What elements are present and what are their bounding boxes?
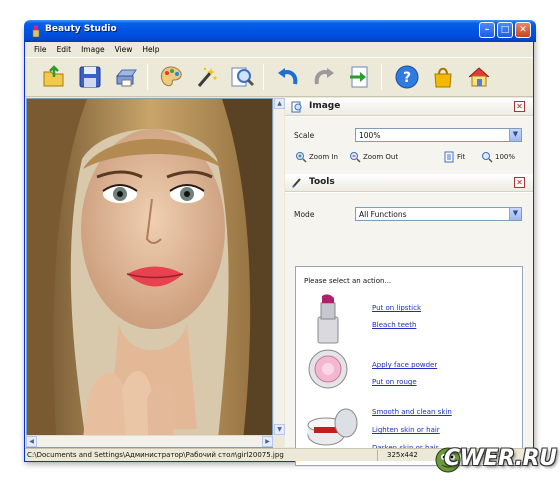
action-smooth-and-clean-skin[interactable]: Smooth and clean skin bbox=[372, 408, 452, 416]
export-icon[interactable] bbox=[347, 64, 373, 90]
image-section-close-icon[interactable]: ✕ bbox=[514, 101, 525, 112]
toolbar: ? bbox=[25, 57, 533, 97]
status-file-path: C:\Documents and Settings\Администратор\… bbox=[27, 451, 284, 459]
face-powder-icon bbox=[308, 349, 348, 389]
menu-bar: File Edit Image View Help bbox=[25, 42, 533, 56]
actual-size-label: 100% bbox=[495, 153, 516, 161]
tools-section-header[interactable]: Tools ✕ bbox=[285, 174, 533, 192]
actions-list: Please select an action... Put on lipsti… bbox=[295, 266, 523, 466]
portrait-image bbox=[27, 99, 272, 447]
fit-button[interactable]: Fit bbox=[443, 151, 465, 163]
zoom-in-button[interactable]: Zoom In bbox=[295, 151, 338, 163]
action-lighten-skin-or-hair[interactable]: Lighten skin or hair bbox=[372, 426, 440, 434]
zoom-out-label: Zoom Out bbox=[363, 153, 399, 161]
action-bleach-teeth[interactable]: Bleach teeth bbox=[372, 321, 416, 329]
window-title: Beauty Studio bbox=[45, 24, 117, 34]
menu-edit[interactable]: Edit bbox=[52, 45, 77, 54]
fit-label: Fit bbox=[457, 153, 466, 161]
image-vertical-scrollbar[interactable]: ▲ ▼ bbox=[273, 98, 285, 435]
scale-label: Scale bbox=[294, 131, 315, 140]
cream-jar-icon bbox=[307, 408, 358, 446]
action-apply-face-powder[interactable]: Apply face powder bbox=[372, 361, 437, 369]
chevron-down-icon[interactable]: ▼ bbox=[509, 208, 521, 220]
chevron-down-icon[interactable]: ▼ bbox=[509, 129, 521, 141]
close-button[interactable]: ✕ bbox=[515, 22, 531, 38]
menu-help[interactable]: Help bbox=[137, 45, 164, 54]
status-divider bbox=[377, 450, 378, 461]
minimize-button[interactable]: – bbox=[479, 22, 495, 38]
zoom-out-button[interactable]: Zoom Out bbox=[349, 151, 398, 163]
fit-icon bbox=[444, 151, 454, 163]
magic-wand-icon[interactable] bbox=[193, 64, 219, 90]
mode-dropdown[interactable]: All Functions ▼ bbox=[355, 207, 522, 221]
scale-value: 100% bbox=[359, 131, 381, 140]
bag-icon[interactable] bbox=[430, 64, 456, 90]
actual-size-icon bbox=[482, 152, 493, 163]
toolbar-separator bbox=[381, 64, 382, 90]
svg-text:?: ? bbox=[403, 70, 411, 86]
menu-file[interactable]: File bbox=[29, 45, 52, 54]
zoom-out-icon bbox=[350, 152, 361, 163]
scale-dropdown[interactable]: 100% ▼ bbox=[355, 128, 522, 142]
maximize-button[interactable]: □ bbox=[497, 22, 513, 38]
app-window: Beauty Studio – □ ✕ File Edit Image View… bbox=[24, 20, 536, 466]
undo-icon[interactable] bbox=[275, 64, 301, 90]
brush-icon bbox=[292, 178, 301, 188]
image-horizontal-scrollbar[interactable]: ◀ ▶ bbox=[26, 435, 273, 447]
side-panel: Image ✕ Scale 100% ▼ Zoom In Zoom Out Fi… bbox=[285, 98, 533, 466]
scroll-up-arrow-icon[interactable]: ▲ bbox=[274, 98, 285, 109]
watermark-text: CWER.RU bbox=[444, 446, 557, 471]
image-section-body: Scale 100% ▼ Zoom In Zoom Out Fit 100% bbox=[285, 117, 533, 174]
actions-hint: Please select an action... bbox=[304, 277, 392, 285]
home-icon[interactable] bbox=[466, 64, 492, 90]
open-folder-icon[interactable] bbox=[41, 64, 67, 90]
image-section-icon bbox=[291, 101, 302, 113]
image-section-header[interactable]: Image ✕ bbox=[285, 98, 533, 116]
help-icon[interactable]: ? bbox=[394, 64, 420, 90]
tools-section-title: Tools bbox=[309, 177, 335, 187]
title-bar[interactable]: Beauty Studio – □ ✕ bbox=[24, 20, 536, 42]
save-icon[interactable] bbox=[77, 64, 103, 90]
tools-section-close-icon[interactable]: ✕ bbox=[514, 177, 525, 188]
print-icon[interactable] bbox=[113, 64, 139, 90]
image-section-title: Image bbox=[309, 101, 341, 111]
menu-view[interactable]: View bbox=[110, 45, 138, 54]
menu-image[interactable]: Image bbox=[76, 45, 110, 54]
toolbar-separator bbox=[263, 64, 264, 90]
status-image-size: 325x442 bbox=[387, 451, 418, 459]
scroll-down-arrow-icon[interactable]: ▼ bbox=[274, 424, 285, 435]
photo-canvas[interactable] bbox=[26, 98, 273, 448]
scroll-right-arrow-icon[interactable]: ▶ bbox=[262, 436, 273, 447]
redo-icon[interactable] bbox=[311, 64, 337, 90]
scroll-left-arrow-icon[interactable]: ◀ bbox=[26, 436, 37, 447]
magnifier-icon[interactable] bbox=[229, 64, 255, 90]
zoom-in-icon bbox=[296, 152, 307, 163]
lipstick-icon bbox=[317, 294, 339, 344]
action-put-on-rouge[interactable]: Put on rouge bbox=[372, 378, 417, 386]
mode-value: All Functions bbox=[359, 210, 407, 219]
mode-label: Mode bbox=[294, 210, 315, 219]
action-put-on-lipstick[interactable]: Put on lipstick bbox=[372, 304, 421, 312]
palette-icon[interactable] bbox=[158, 64, 184, 90]
actual-size-button[interactable]: 100% bbox=[481, 151, 515, 163]
site-watermark: CWER.RU bbox=[430, 440, 558, 484]
zoom-in-label: Zoom In bbox=[309, 153, 338, 161]
toolbar-separator bbox=[147, 64, 148, 90]
lipstick-app-icon bbox=[32, 25, 40, 37]
